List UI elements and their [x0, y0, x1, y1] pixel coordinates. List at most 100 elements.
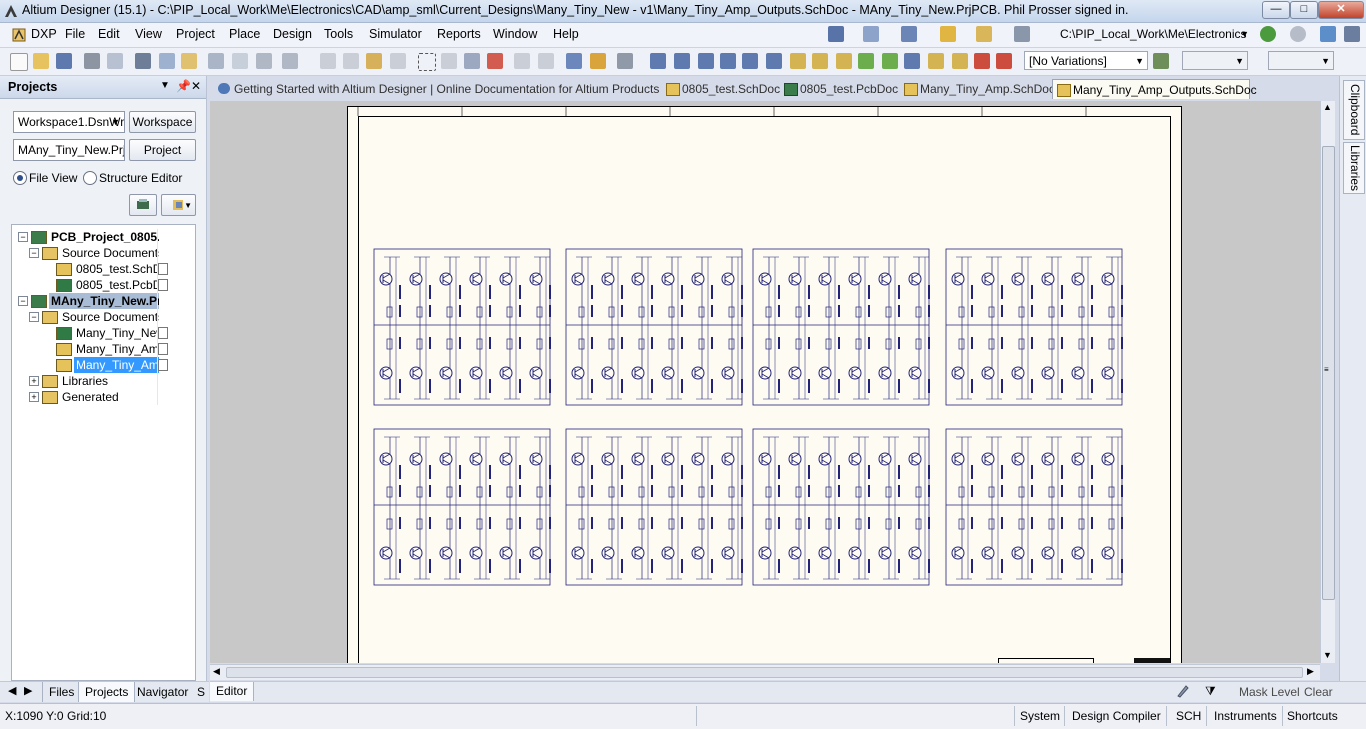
tree-item[interactable]: − Source Documents [12, 245, 193, 261]
panels-icon[interactable] [1344, 26, 1360, 42]
tab-libraries[interactable]: Libraries [1343, 142, 1365, 194]
browse-icon[interactable] [617, 53, 633, 69]
place-no-erc-icon[interactable] [928, 53, 944, 69]
pin-icon[interactable]: 📌 [176, 79, 191, 93]
place-net-label-icon[interactable] [720, 53, 736, 69]
menu-project[interactable]: Project [176, 27, 215, 41]
tab-editor[interactable]: Editor [210, 682, 255, 701]
menu-view[interactable]: View [135, 27, 162, 41]
variations-combo[interactable]: [No Variations] ▼ [1024, 51, 1148, 70]
select-tool-icon[interactable] [464, 53, 480, 69]
tab-scroll-right-icon[interactable]: ▶ [24, 684, 32, 697]
collapse-icon[interactable]: − [18, 296, 28, 306]
minimize-button[interactable]: — [1262, 1, 1290, 19]
panel-menu-icon[interactable]: ▼ [160, 80, 170, 91]
tree-item[interactable]: + Libraries [12, 373, 193, 389]
mask-pen-icon[interactable] [1176, 684, 1190, 698]
schematic-canvas[interactable] [210, 101, 1320, 663]
place-part-icon[interactable] [790, 53, 806, 69]
device-sheet-icon[interactable] [858, 53, 874, 69]
wire-tool-icon[interactable] [828, 26, 844, 42]
copy-icon[interactable] [343, 53, 359, 69]
menu-design[interactable]: Design [273, 27, 312, 41]
clear-button[interactable]: Clear [1304, 685, 1333, 699]
compile-project-button[interactable] [129, 194, 157, 216]
sch-button[interactable]: SCH [1176, 709, 1201, 723]
cut-icon[interactable] [320, 53, 336, 69]
rubber-stamp-icon[interactable] [390, 53, 406, 69]
tree-item[interactable]: Many_Tiny_Amp_Outputs.SchDoc [12, 357, 193, 373]
mask-level-button[interactable]: Mask Level [1239, 685, 1300, 699]
tab-many-tiny-amp-outputs-schdoc[interactable]: Many_Tiny_Amp_Outputs.SchDoc [1052, 79, 1257, 99]
schematic-sheet[interactable] [347, 106, 1182, 663]
place-wire-icon[interactable] [650, 53, 666, 69]
place-port-icon[interactable] [882, 53, 898, 69]
menu-help[interactable]: Help [553, 27, 579, 41]
open-icon[interactable] [33, 53, 49, 69]
expand-icon[interactable]: + [29, 376, 39, 386]
project-options-button[interactable]: ▼ [161, 194, 196, 216]
back-icon[interactable] [1260, 26, 1276, 42]
tab-0805-test-schdoc[interactable]: 0805_test.SchDoc [662, 79, 780, 99]
save-icon[interactable] [56, 53, 72, 69]
variants-icon[interactable] [1153, 53, 1169, 69]
component-icon[interactable] [940, 26, 956, 42]
tab-scroll-left-icon[interactable]: ◀ [8, 684, 16, 697]
expand-icon[interactable]: + [29, 392, 39, 402]
tree-item[interactable]: 0805_test.SchDoc [12, 261, 193, 277]
tree-item[interactable]: 0805_test.PcbDoc [12, 277, 193, 293]
menu-place[interactable]: Place [229, 27, 260, 41]
deselect-icon[interactable] [487, 53, 503, 69]
place-gnd-icon[interactable] [742, 53, 758, 69]
grid-icon[interactable] [1014, 26, 1030, 42]
place-harness-icon[interactable] [904, 53, 920, 69]
schematic-drawing[interactable] [348, 107, 1181, 663]
project-field[interactable]: MAny_Tiny_New.PrjPCB [13, 139, 125, 161]
place-text-icon[interactable] [952, 53, 968, 69]
vertical-scroll-thumb[interactable]: ≡ [1322, 146, 1335, 600]
collapse-icon[interactable]: − [18, 232, 28, 242]
horizontal-scroll-thumb[interactable] [226, 667, 1303, 678]
vertical-scrollbar[interactable]: ▲ ≡ ▼ [1320, 101, 1335, 663]
scroll-right-icon[interactable]: ▶ [1307, 666, 1314, 677]
tab-s[interactable]: S [195, 682, 207, 702]
print-preview-icon[interactable] [107, 53, 123, 69]
system-button[interactable]: System [1020, 709, 1060, 723]
place-vcc-icon[interactable] [766, 53, 782, 69]
scroll-down-icon[interactable]: ▼ [1323, 650, 1332, 660]
power-port-icon[interactable] [901, 26, 917, 42]
tree-item[interactable]: Many_Tiny_New.PcbDoc [12, 325, 193, 341]
filter-icon[interactable]: ⧩ [1205, 684, 1216, 699]
menu-reports[interactable]: Reports [437, 27, 481, 41]
close-button[interactable]: ✕ [1318, 1, 1364, 19]
tree-item[interactable]: − MAny_Tiny_New.PrjPCB [12, 293, 193, 309]
cross-probe-icon[interactable] [590, 53, 606, 69]
place-error-icon[interactable] [974, 53, 990, 69]
collapse-icon[interactable]: − [29, 248, 39, 258]
menu-dxp[interactable]: DXP [31, 27, 57, 41]
new-doc-icon[interactable] [10, 53, 28, 71]
select-area-icon[interactable] [418, 53, 436, 71]
tree-item[interactable]: − PCB_Project_0805.PrjPCB [12, 229, 193, 245]
home-icon[interactable] [1320, 26, 1336, 42]
up-down-hierarchy-icon[interactable] [566, 53, 582, 69]
zoom-dropdown-icon[interactable] [282, 53, 298, 69]
menu-file[interactable]: File [65, 27, 85, 41]
menu-simulator[interactable]: Simulator [369, 27, 422, 41]
design-compiler-button[interactable]: Design Compiler [1072, 709, 1161, 723]
tree-item[interactable]: − Source Documents [12, 309, 193, 325]
move-icon[interactable] [441, 53, 457, 69]
layers-icon[interactable] [135, 53, 151, 69]
tab-files[interactable]: Files [42, 682, 80, 702]
workspace-combo[interactable]: Workspace1.DsnWrk ▼ [13, 111, 125, 133]
project-button[interactable]: Project [129, 139, 196, 161]
align-icon[interactable] [863, 26, 879, 42]
scroll-up-icon[interactable]: ▲ [1323, 102, 1332, 112]
place-sheet-entry-icon[interactable] [836, 53, 852, 69]
place-sheet-symbol-icon[interactable] [812, 53, 828, 69]
tab-clipboard[interactable]: Clipboard [1343, 80, 1365, 140]
tab-0805-test-pcbdoc[interactable]: 0805_test.PcbDoc [780, 79, 900, 99]
redo-icon[interactable] [538, 53, 554, 69]
horizontal-scrollbar[interactable]: ◀ ▶ [210, 664, 1320, 680]
instruments-button[interactable]: Instruments [1214, 709, 1277, 723]
